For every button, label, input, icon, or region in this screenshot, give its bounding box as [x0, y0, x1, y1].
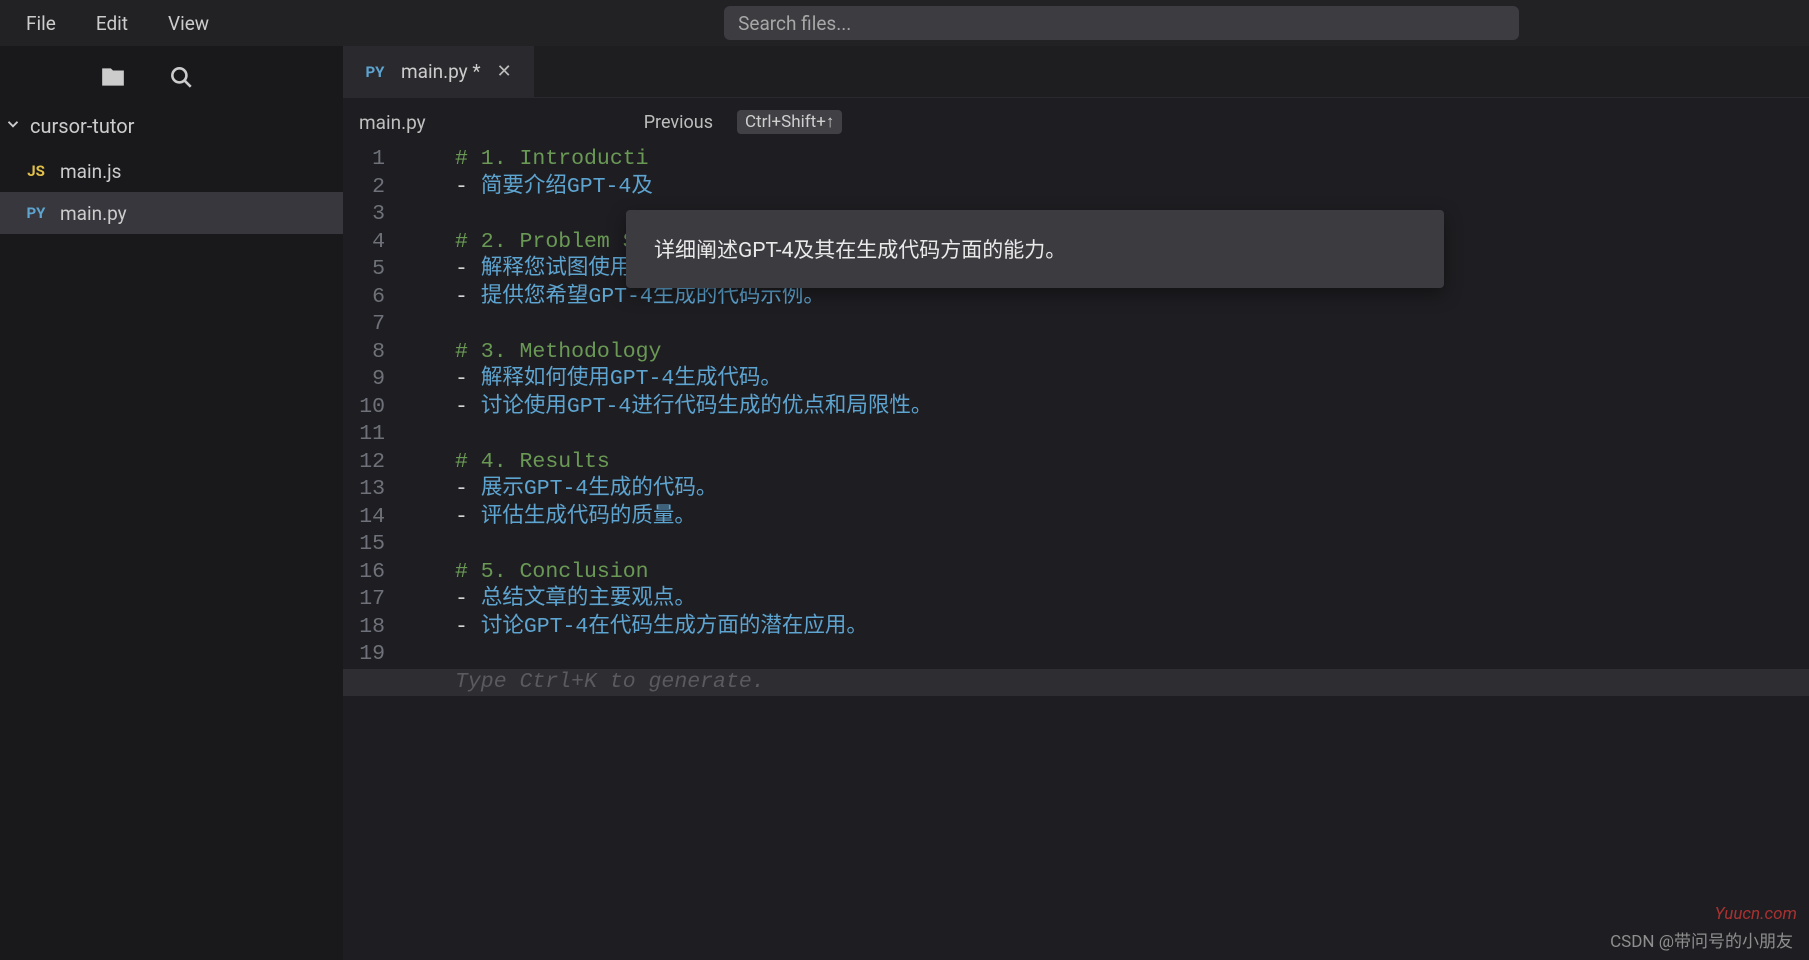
code-line[interactable]	[403, 421, 1809, 449]
code-line[interactable]: - 展示GPT-4生成的代码。	[403, 476, 1809, 504]
file-badge: JS	[22, 162, 50, 180]
search-icon[interactable]	[168, 64, 194, 90]
file-tree: JS main.js PY main.py	[0, 150, 343, 234]
titlebar: File Edit View Search files...	[0, 0, 1809, 46]
code-line[interactable]: - 讨论使用GPT-4进行代码生成的优点和局限性。	[403, 394, 1809, 422]
tab[interactable]: PY main.py * ✕	[343, 46, 534, 97]
code-line[interactable]: # 5. Conclusion	[403, 559, 1809, 587]
chevron-down-icon	[4, 114, 22, 138]
code-line[interactable]: - 评估生成代码的质量。	[403, 504, 1809, 532]
file-name: main.js	[60, 160, 121, 183]
menu-view[interactable]: View	[148, 4, 229, 43]
line-number: 11	[343, 421, 385, 449]
code-line[interactable]: - 解释如何使用GPT-4生成代码。	[403, 366, 1809, 394]
breadcrumb: main.py Previous Ctrl+Shift+↑	[343, 98, 1809, 146]
code-line[interactable]: # 4. Results	[403, 449, 1809, 477]
code-line[interactable]: # 1. Introducti	[403, 146, 1809, 174]
line-number: 6	[343, 284, 385, 312]
line-number: 14	[343, 504, 385, 532]
file-name: main.py	[60, 202, 127, 225]
line-number: 18	[343, 614, 385, 642]
tab-label: main.py *	[401, 60, 481, 83]
ai-suggestion-popup[interactable]: 详细阐述GPT-4及其在生成代码方面的能力。	[626, 210, 1444, 288]
line-number: 1	[343, 146, 385, 174]
line-number: 3	[343, 201, 385, 229]
code-line[interactable]: # 3. Methodology	[403, 339, 1809, 367]
code-line[interactable]: Type Ctrl+K to generate.	[343, 669, 1809, 697]
menu-edit[interactable]: Edit	[76, 4, 148, 43]
tabs-bar: PY main.py * ✕	[343, 46, 1809, 98]
tab-badge: PY	[361, 63, 389, 81]
code-line[interactable]: - 简要介绍GPT-4及	[403, 174, 1809, 202]
line-number: 12	[343, 449, 385, 477]
line-number: 16	[343, 559, 385, 587]
watermark-site: Yuucn.com	[1715, 904, 1797, 924]
code-line[interactable]	[403, 641, 1809, 669]
line-number: 7	[343, 311, 385, 339]
line-number: 5	[343, 256, 385, 284]
line-number: 19	[343, 641, 385, 669]
line-number: 15	[343, 531, 385, 559]
explorer-icon[interactable]	[100, 64, 126, 90]
file-row[interactable]: JS main.js	[0, 150, 343, 192]
watermark-author: CSDN @带问号的小朋友	[1610, 927, 1793, 952]
line-number: 8	[343, 339, 385, 367]
code-line[interactable]: - 总结文章的主要观点。	[403, 586, 1809, 614]
folder-name: cursor-tutor	[30, 114, 134, 138]
line-number: 2	[343, 174, 385, 202]
file-row[interactable]: PY main.py	[0, 192, 343, 234]
prev-button[interactable]: Previous	[644, 112, 713, 133]
line-number: 4	[343, 229, 385, 257]
line-number: 9	[343, 366, 385, 394]
code-line[interactable]: - 讨论GPT-4在代码生成方面的潜在应用。	[403, 614, 1809, 642]
search-input[interactable]: Search files...	[724, 6, 1519, 40]
file-badge: PY	[22, 204, 50, 222]
code-line[interactable]	[403, 311, 1809, 339]
line-number: 13	[343, 476, 385, 504]
code-line[interactable]	[403, 531, 1809, 559]
menu-bar: File Edit View	[6, 4, 229, 43]
line-number: 17	[343, 586, 385, 614]
close-icon[interactable]: ✕	[493, 59, 516, 84]
menu-file[interactable]: File	[6, 4, 76, 43]
line-number: 10	[343, 394, 385, 422]
shortcut-hint: Ctrl+Shift+↑	[737, 110, 842, 134]
breadcrumb-file[interactable]: main.py	[359, 111, 426, 134]
folder-header[interactable]: cursor-tutor	[0, 108, 343, 144]
sidebar: cursor-tutor JS main.js PY main.py	[0, 46, 343, 960]
